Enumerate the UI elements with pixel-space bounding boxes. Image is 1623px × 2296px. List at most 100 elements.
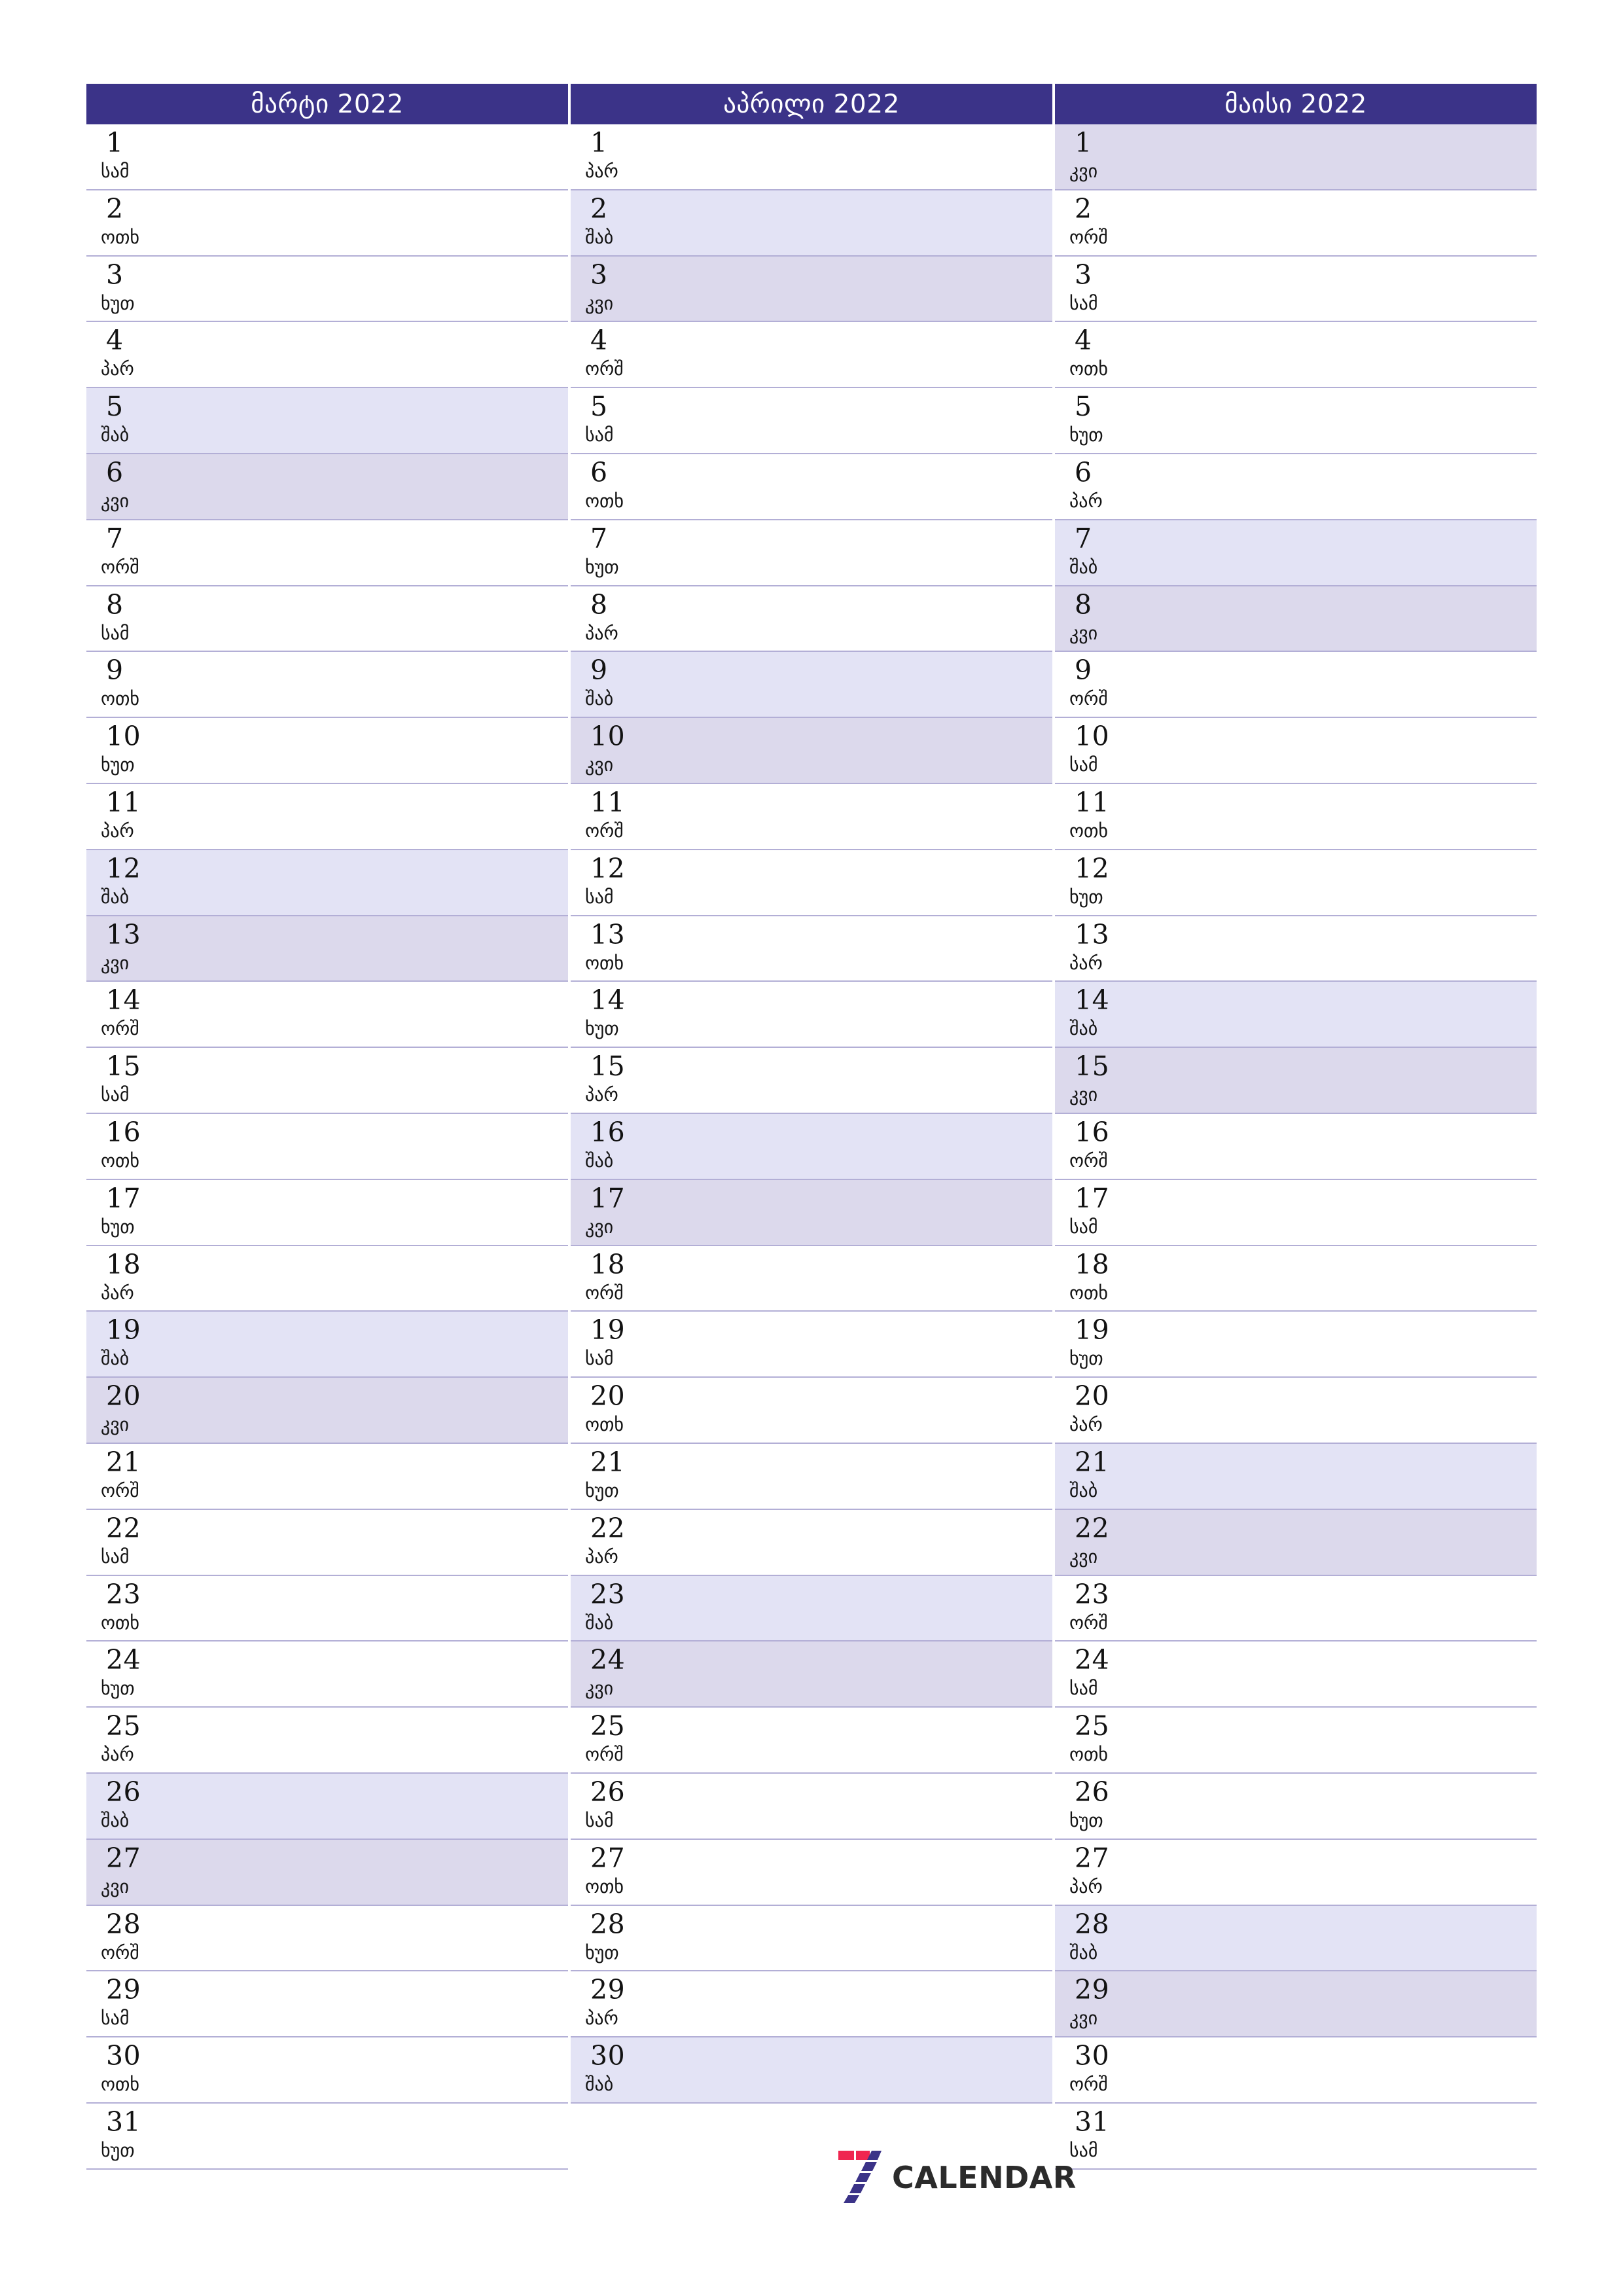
day-row[interactable]: 1 სამ	[86, 124, 568, 190]
day-row[interactable]: 26 ხუთ	[1055, 1773, 1537, 1840]
day-row[interactable]: 22 კვი	[1055, 1509, 1537, 1576]
day-row[interactable]: 31 ხუთ	[86, 2103, 568, 2170]
day-row[interactable]: 22 სამ	[86, 1509, 568, 1576]
day-row[interactable]: 24 ხუთ	[86, 1641, 568, 1708]
day-row[interactable]: 4 პარ	[86, 322, 568, 389]
day-row[interactable]: 8 კვი	[1055, 586, 1537, 653]
day-row[interactable]: 21 ორშ	[86, 1443, 568, 1510]
day-row[interactable]: 3 ხუთ	[86, 256, 568, 323]
day-row[interactable]: 19 ხუთ	[1055, 1312, 1537, 1378]
day-row[interactable]: 6 ოთხ	[571, 454, 1052, 520]
day-row[interactable]: 25 ორშ	[571, 1708, 1052, 1774]
day-row[interactable]: 2 შაბ	[571, 190, 1052, 257]
day-row[interactable]: 9 ორშ	[1055, 652, 1537, 719]
day-row[interactable]: 9 ოთხ	[86, 652, 568, 719]
day-row[interactable]: 7 შაბ	[1055, 520, 1537, 586]
day-row[interactable]: 24 კვი	[571, 1641, 1052, 1708]
day-row[interactable]: 13 კვი	[86, 916, 568, 982]
day-row[interactable]: 18 ოთხ	[1055, 1246, 1537, 1312]
day-row[interactable]: 17 სამ	[1055, 1179, 1537, 1246]
day-row[interactable]: 21 ხუთ	[571, 1443, 1052, 1510]
day-row[interactable]: 22 პარ	[571, 1509, 1052, 1576]
day-row[interactable]: 11 პარ	[86, 783, 568, 850]
day-row[interactable]: 5 ხუთ	[1055, 388, 1537, 454]
day-row[interactable]: 2 ორშ	[1055, 190, 1537, 257]
day-row[interactable]: 3 სამ	[1055, 256, 1537, 323]
day-row[interactable]: 28 შაბ	[1055, 1905, 1537, 1972]
day-row[interactable]: 14 ორშ	[86, 982, 568, 1049]
day-row[interactable]: 10 ხუთ	[86, 718, 568, 784]
day-row[interactable]: 29 კვი	[1055, 1971, 1537, 2038]
day-row[interactable]: 28 ხუთ	[571, 1905, 1052, 1972]
day-row[interactable]: 23 ოთხ	[86, 1575, 568, 1642]
day-row[interactable]: 26 სამ	[571, 1773, 1052, 1840]
day-row[interactable]: 30 შაბ	[571, 2037, 1052, 2104]
day-row[interactable]: 11 ორშ	[571, 783, 1052, 850]
day-row[interactable]: 1 პარ	[571, 124, 1052, 190]
day-row[interactable]: 23 შაბ	[571, 1575, 1052, 1642]
day-row[interactable]: 14 შაბ	[1055, 982, 1537, 1049]
day-row[interactable]: 16 ორშ	[1055, 1113, 1537, 1180]
day-number: 22	[590, 1512, 626, 1544]
day-row[interactable]: 4 ორშ	[571, 322, 1052, 389]
day-row[interactable]: 29 პარ	[571, 1971, 1052, 2038]
day-row[interactable]: 18 ორშ	[571, 1246, 1052, 1312]
day-number: 23	[106, 1578, 141, 1610]
day-number: 19	[1075, 1314, 1110, 1346]
day-row[interactable]: 12 სამ	[571, 850, 1052, 916]
day-row[interactable]: 13 პარ	[1055, 916, 1537, 982]
day-row[interactable]: 8 პარ	[571, 586, 1052, 653]
day-row[interactable]: 19 შაბ	[86, 1312, 568, 1378]
day-weekday-label: შაბ	[1069, 1479, 1098, 1501]
day-row[interactable]: 11 ოთხ	[1055, 783, 1537, 850]
day-row[interactable]: 15 პარ	[571, 1048, 1052, 1114]
day-row[interactable]: 6 პარ	[1055, 454, 1537, 520]
day-row[interactable]: 17 ხუთ	[86, 1179, 568, 1246]
day-row[interactable]: 7 ხუთ	[571, 520, 1052, 586]
day-row[interactable]: 5 შაბ	[86, 388, 568, 454]
day-row[interactable]: 25 პარ	[86, 1708, 568, 1774]
day-row[interactable]: 19 სამ	[571, 1312, 1052, 1378]
day-weekday-label: შაბ	[585, 688, 614, 710]
day-row[interactable]: 12 ხუთ	[1055, 850, 1537, 916]
day-row[interactable]: 6 კვი	[86, 454, 568, 520]
day-row[interactable]: 24 სამ	[1055, 1641, 1537, 1708]
day-row[interactable]: 20 კვი	[86, 1378, 568, 1444]
day-row[interactable]: 12 შაბ	[86, 850, 568, 916]
day-weekday-label: ორშ	[1069, 688, 1108, 710]
day-row[interactable]: 15 სამ	[86, 1048, 568, 1114]
day-row[interactable]: 7 ორშ	[86, 520, 568, 586]
day-row[interactable]: 28 ორშ	[86, 1905, 568, 1972]
day-row[interactable]: 29 სამ	[86, 1971, 568, 2038]
day-row[interactable]: 13 ოთხ	[571, 916, 1052, 982]
day-row[interactable]: 21 შაბ	[1055, 1443, 1537, 1510]
day-row[interactable]: 30 ორშ	[1055, 2037, 1537, 2104]
day-row[interactable]: 31 სამ	[1055, 2103, 1537, 2170]
day-row[interactable]: 20 პარ	[1055, 1378, 1537, 1444]
day-row[interactable]: 25 ოთხ	[1055, 1708, 1537, 1774]
day-row[interactable]: 18 პარ	[86, 1246, 568, 1312]
day-row[interactable]: 27 კვი	[86, 1839, 568, 1906]
day-row[interactable]: 15 კვი	[1055, 1048, 1537, 1114]
day-row[interactable]: 27 ოთხ	[571, 1839, 1052, 1906]
day-row[interactable]: 2 ოთხ	[86, 190, 568, 257]
day-row[interactable]: 8 სამ	[86, 586, 568, 653]
day-row[interactable]: 14 ხუთ	[571, 982, 1052, 1049]
day-weekday-label: პარ	[1069, 1414, 1103, 1436]
day-row[interactable]: 1 კვი	[1055, 124, 1537, 190]
day-row[interactable]: 3 კვი	[571, 256, 1052, 323]
day-row[interactable]: 4 ოთხ	[1055, 322, 1537, 389]
day-row[interactable]: 30 ოთხ	[86, 2037, 568, 2104]
day-number: 2	[106, 192, 124, 224]
day-row[interactable]: 27 პარ	[1055, 1839, 1537, 1906]
day-row[interactable]: 5 სამ	[571, 388, 1052, 454]
day-row[interactable]: 20 ოთხ	[571, 1378, 1052, 1444]
day-row[interactable]: 9 შაბ	[571, 652, 1052, 719]
day-row[interactable]: 17 კვი	[571, 1179, 1052, 1246]
day-row[interactable]: 10 კვი	[571, 718, 1052, 784]
day-row[interactable]: 23 ორშ	[1055, 1575, 1537, 1642]
day-row[interactable]: 26 შაბ	[86, 1773, 568, 1840]
day-row[interactable]: 10 სამ	[1055, 718, 1537, 784]
day-row[interactable]: 16 ოთხ	[86, 1113, 568, 1180]
day-row[interactable]: 16 შაბ	[571, 1113, 1052, 1180]
